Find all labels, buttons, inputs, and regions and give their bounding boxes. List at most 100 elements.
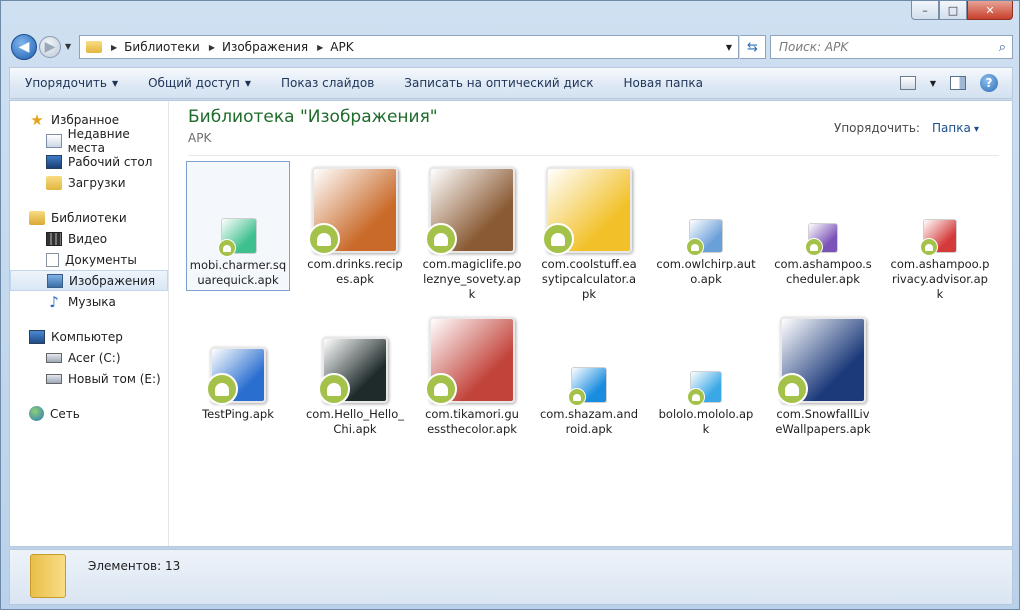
help-icon[interactable]: ? (980, 74, 998, 92)
page-title: Библиотека "Изображения" (188, 107, 438, 127)
android-icon (218, 239, 236, 257)
pictures-icon (47, 273, 63, 288)
file-name: com.shazam.android.apk (539, 407, 639, 436)
file-item[interactable]: com.ashampoo.privacy.advisor.apk (888, 161, 992, 302)
apk-thumbnail-icon (687, 371, 722, 406)
sidebar-label: Загрузки (68, 175, 126, 190)
search-input[interactable]: Поиск: APK ⌕ (770, 35, 1013, 59)
apk-thumbnail-icon (920, 219, 957, 256)
folder-icon (86, 41, 102, 53)
recent-pages-dropdown-icon[interactable]: ▼ (65, 42, 71, 51)
file-item[interactable]: com.coolstuff.easytipcalculator.apk (537, 161, 641, 302)
android-icon (686, 238, 704, 256)
file-item[interactable]: mobi.charmer.squarequick.apk (186, 161, 290, 291)
sidebar-item-recent[interactable]: Недавние места (10, 127, 168, 155)
android-icon (805, 238, 823, 256)
chevron-right-icon[interactable]: ▶ (111, 43, 117, 52)
share-label: Общий доступ (148, 76, 240, 90)
minimize-button[interactable]: – (911, 1, 939, 20)
sidebar-label: Видео (68, 231, 108, 246)
slideshow-button[interactable]: Показ слайдов (266, 76, 389, 90)
file-item[interactable]: bololo.mololo.apk (654, 311, 758, 437)
breadcrumb-apk[interactable]: APK (330, 40, 353, 54)
android-icon (308, 223, 340, 255)
navigation-bar: ◀ ▶ ▼ ▶ Библиотеки ▶ Изображения ▶ APK ▼… (9, 32, 1013, 62)
android-icon (542, 223, 574, 255)
chevron-right-icon[interactable]: ▶ (209, 43, 215, 52)
android-icon (568, 388, 586, 406)
arrange-dropdown[interactable]: Папка (932, 121, 979, 135)
refresh-button[interactable]: ⇆ (740, 35, 766, 59)
slideshow-label: Показ слайдов (280, 76, 375, 90)
sidebar-item-documents[interactable]: Документы (10, 249, 168, 270)
close-button[interactable]: ✕ (967, 1, 1013, 20)
caption-buttons: – □ ✕ (911, 1, 1013, 20)
downloads-folder-icon (46, 175, 62, 190)
sidebar-item-drive-e[interactable]: Новый том (E:) (10, 368, 168, 389)
burn-label: Записать на оптический диск (404, 76, 594, 90)
organize-button[interactable]: Упорядочить ▼ (10, 76, 133, 90)
apk-thumbnail-icon (318, 337, 388, 405)
sidebar-item-music[interactable]: ♪ Музыка (10, 291, 168, 312)
file-item[interactable]: com.drinks.recipes.apk (303, 161, 407, 287)
sidebar-label: Компьютер (51, 329, 123, 344)
back-button[interactable]: ◀ (11, 34, 37, 60)
new-folder-label: Новая папка (623, 76, 703, 90)
sidebar-item-images[interactable]: Изображения (10, 270, 168, 291)
burn-button[interactable]: Записать на оптический диск (389, 76, 608, 90)
maximize-button[interactable]: □ (939, 1, 967, 20)
file-item[interactable]: com.owlchirp.auto.apk (654, 161, 758, 287)
new-folder-button[interactable]: Новая папка (608, 76, 717, 90)
file-item[interactable]: com.ashampoo.scheduler.apk (771, 161, 875, 287)
address-dropdown-icon[interactable]: ▼ (726, 43, 732, 52)
file-item[interactable]: TestPing.apk (186, 311, 290, 422)
file-item[interactable]: com.SnowfallLiveWallpapers.apk (771, 311, 875, 437)
sidebar-item-video[interactable]: Видео (10, 228, 168, 249)
apk-thumbnail-icon (218, 218, 257, 257)
change-view-icon[interactable] (899, 76, 916, 90)
file-item[interactable]: com.tikamori.guessthecolor.apk (420, 311, 524, 437)
sidebar-label: Рабочий стол (68, 154, 153, 169)
sidebar-label: Новый том (E:) (68, 371, 161, 386)
file-item[interactable]: com.magiclife.poleznye_sovety.apk (420, 161, 524, 302)
apk-thumbnail-icon (425, 167, 515, 255)
file-name: com.Hello_Hello_Chi.apk (305, 407, 404, 436)
dropdown-arrow-icon: ▼ (111, 78, 119, 88)
file-item[interactable]: com.shazam.android.apk (537, 311, 641, 437)
apk-thumbnail-icon (206, 347, 266, 405)
apk-thumbnail-icon (568, 367, 607, 406)
sidebar-item-drive-c[interactable]: Acer (C:) (10, 347, 168, 368)
apk-thumbnail-icon (542, 167, 632, 255)
apk-thumbnail-icon (805, 223, 838, 256)
apk-thumbnail-icon (425, 317, 515, 405)
sidebar-label: Acer (C:) (68, 350, 121, 365)
sidebar-item-computer[interactable]: Компьютер (10, 326, 168, 347)
android-icon (425, 373, 457, 405)
file-view: Библиотека "Изображения" APK Упорядочить… (170, 101, 1013, 546)
sidebar-label: Музыка (68, 294, 116, 309)
libraries-icon (29, 210, 45, 225)
sidebar-item-libraries[interactable]: Библиотеки (10, 207, 168, 228)
android-icon (318, 373, 350, 405)
address-bar[interactable]: ▶ Библиотеки ▶ Изображения ▶ APK ▼ (79, 35, 739, 59)
file-name: TestPing.apk (202, 407, 274, 421)
arrange-label: Упорядочить: (834, 121, 920, 135)
share-button[interactable]: Общий доступ ▼ (133, 76, 266, 90)
view-dropdown-icon[interactable]: ▼ (930, 79, 936, 88)
android-icon (687, 388, 705, 406)
breadcrumb-images[interactable]: Изображения (222, 40, 308, 54)
preview-pane-icon[interactable] (950, 76, 966, 90)
forward-button[interactable]: ▶ (39, 36, 61, 58)
document-icon (46, 252, 59, 267)
sidebar-item-downloads[interactable]: Загрузки (10, 172, 168, 193)
breadcrumb-libraries[interactable]: Библиотеки (124, 40, 200, 54)
chevron-right-icon[interactable]: ▶ (317, 43, 323, 52)
file-name: com.drinks.recipes.apk (307, 257, 403, 286)
sidebar-label: Сеть (50, 406, 80, 421)
folder-icon (30, 554, 66, 598)
sidebar-item-network[interactable]: Сеть (10, 403, 168, 424)
page-subtitle: APK (188, 131, 212, 145)
file-item[interactable]: com.Hello_Hello_Chi.apk (303, 311, 407, 437)
search-icon[interactable]: ⌕ (999, 40, 1006, 55)
sidebar-item-desktop[interactable]: Рабочий стол (10, 151, 168, 172)
